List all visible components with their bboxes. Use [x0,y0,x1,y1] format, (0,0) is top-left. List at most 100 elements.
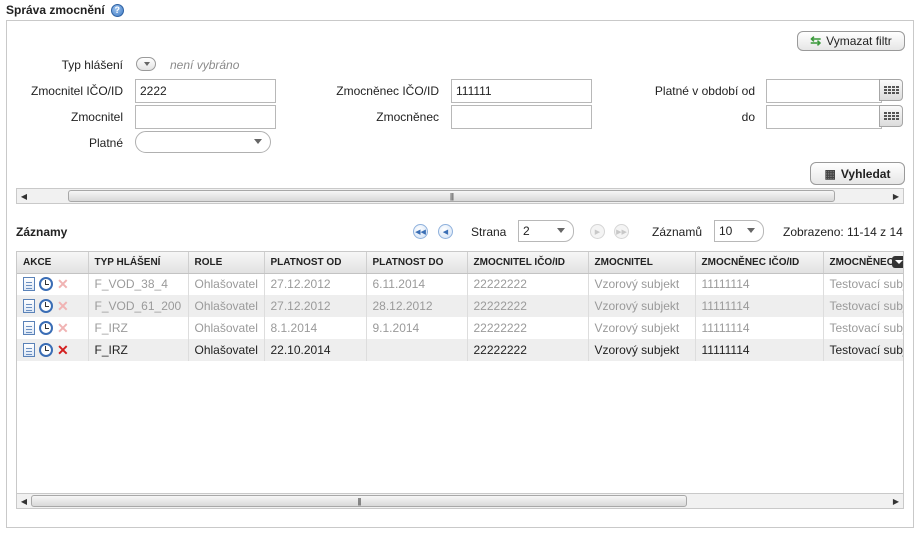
cell-role: Ohlašovatel [188,339,265,361]
typ-dropdown-toggle[interactable] [136,57,156,71]
prev-page-icon[interactable]: ◀ [438,224,453,239]
clear-filter-label: Vymazat filtr [826,34,892,48]
page-value: 2 [523,224,530,238]
calendar-icon[interactable] [879,79,903,101]
cell-zmocnenec: Testovací subjekt [823,295,903,317]
clock-icon[interactable] [39,299,53,313]
scroll-right-icon[interactable]: ▶ [889,494,903,508]
column-header-platnost-od[interactable]: PLATNOST OD [264,252,367,274]
clock-icon[interactable] [39,343,53,357]
records-grid: AKCE TYP HLÁŠENÍ ROLE PLATNOST OD PLATNO… [16,251,904,501]
column-header-zmocnitel[interactable]: ZMOCNITEL [588,252,696,274]
platne-do-label: do [741,110,755,124]
last-page-icon[interactable]: ▶▶ [614,224,629,239]
per-page-select[interactable]: 10 [714,220,764,242]
per-page-label: Záznamů [652,225,703,239]
column-header-typ[interactable]: TYP HLÁŠENÍ [88,252,189,274]
first-page-icon[interactable]: ◀◀ [413,224,428,239]
cell-role: Ohlašovatel [188,317,265,339]
zmocnitel-ico-label: Zmocnitel IČO/ID [30,84,123,98]
table-row[interactable]: ✕ F_IRZ Ohlašovatel 8.1.2014 9.1.2014 22… [17,317,903,339]
column-header-platnost-do[interactable]: PLATNOST DO [366,252,468,274]
page-title-text: Správa zmocnění [6,3,105,17]
clock-icon[interactable] [39,321,53,335]
grid-header-row: AKCE TYP HLÁŠENÍ ROLE PLATNOST OD PLATNO… [17,252,903,274]
shown-count: Zobrazeno: 11-14 z 14 [783,225,903,239]
records-title: Záznamy [16,225,68,239]
column-header-zmocnitel-ico[interactable]: ZMOCNITEL IČO/ID [467,252,589,274]
page-select[interactable]: 2 [518,220,574,242]
cell-zmocnenec: Testovací subjekt [823,317,903,339]
filter-horizontal-scrollbar[interactable]: ◀ ||| ▶ [16,188,904,204]
grid-horizontal-scrollbar[interactable]: ◀ ||| ▶ [16,493,904,509]
cell-do: 9.1.2014 [366,317,468,339]
column-header-zmocnenec-ico[interactable]: ZMOCNĚNEC IČO/ID [695,252,824,274]
delete-icon[interactable]: ✕ [57,343,69,357]
delete-icon[interactable]: ✕ [57,277,69,291]
document-icon[interactable] [23,277,35,292]
chevron-down-icon [747,228,755,233]
cell-typ: F_VOD_61_200 [88,295,189,317]
scroll-thumb[interactable]: ||| [68,190,835,202]
filter-panel: ⇆ Vymazat filtr Typ hlášení není vybráno… [6,20,914,528]
delete-icon[interactable]: ✕ [57,299,69,313]
cell-zmocnitel-ico: 22222222 [467,295,589,317]
platne-do-input[interactable] [766,105,882,129]
column-header-role[interactable]: ROLE [188,252,265,274]
scroll-thumb[interactable]: ||| [31,495,687,507]
platne-od-label: Platné v období od [654,84,755,98]
cell-zmocnenec-ico: 11111114 [695,339,824,361]
scroll-left-icon[interactable]: ◀ [17,189,31,203]
table-row[interactable]: ✕ F_VOD_38_4 Ohlašovatel 27.12.2012 6.11… [17,273,903,295]
cell-od: 27.12.2012 [264,273,367,295]
platne-od-input[interactable] [766,79,882,103]
zmocnenec-label: Zmocněnec [376,110,439,124]
clear-filter-button[interactable]: ⇆ Vymazat filtr [797,31,905,51]
document-icon[interactable] [23,299,35,313]
zmocnenec-ico-input[interactable] [451,79,592,103]
zmocnitel-label: Zmocnitel [70,110,123,124]
chevron-down-icon [557,228,565,233]
refresh-icon: ⇆ [810,33,822,48]
scroll-right-icon[interactable]: ▶ [889,189,903,203]
zmocnenec-input[interactable] [451,105,592,129]
clock-icon[interactable] [39,277,53,292]
cell-zmocnitel: Vzorový subjekt [588,317,696,339]
cell-do [366,339,468,361]
scroll-left-icon[interactable]: ◀ [17,494,31,508]
chevron-down-icon [254,139,262,144]
cell-do: 6.11.2014 [366,273,468,295]
per-page-value: 10 [719,224,733,238]
cell-do: 28.12.2012 [366,295,468,317]
zmocnenec-ico-label: Zmocněnec IČO/ID [336,84,439,98]
column-header-zmocnenec-label: ZMOCNĚNEC [829,256,894,268]
platne-select[interactable] [135,131,271,153]
cell-typ: F_IRZ [88,317,189,339]
next-page-icon[interactable]: ▶ [590,224,605,239]
cell-zmocnitel-ico: 22222222 [467,339,589,361]
help-icon[interactable]: ? [110,3,124,17]
table-row[interactable]: ✕ F_VOD_61_200 Ohlašovatel 27.12.2012 28… [17,295,903,317]
page-title: Správa zmocnění ? [6,3,124,17]
column-header-zmocnenec[interactable]: ZMOCNĚNEC [823,252,903,274]
typ-label: Typ hlášení [61,58,123,72]
zmocnitel-input[interactable] [135,105,276,129]
cell-zmocnitel: Vzorový subjekt [588,295,696,317]
column-header-akce[interactable]: AKCE [17,252,89,274]
cell-od: 8.1.2014 [264,317,367,339]
document-icon[interactable] [23,343,35,357]
calendar-icon[interactable] [879,105,903,127]
cell-zmocnitel-ico: 22222222 [467,273,589,295]
cell-zmocnenec-ico: 11111114 [695,295,824,317]
search-button[interactable]: ▦ Vyhledat [810,162,905,185]
document-icon[interactable] [23,321,35,335]
column-menu-icon[interactable] [891,256,903,268]
delete-icon[interactable]: ✕ [57,321,69,335]
cell-zmocnitel: Vzorový subjekt [588,273,696,295]
cell-od: 22.10.2014 [264,339,367,361]
cell-zmocnenec-ico: 11111114 [695,273,824,295]
cell-od: 27.12.2012 [264,295,367,317]
zmocnitel-ico-input[interactable] [135,79,276,103]
cell-zmocnitel: Vzorový subjekt [588,339,696,361]
table-row[interactable]: ✕ F_IRZ Ohlašovatel 22.10.2014 22222222 … [17,339,903,361]
